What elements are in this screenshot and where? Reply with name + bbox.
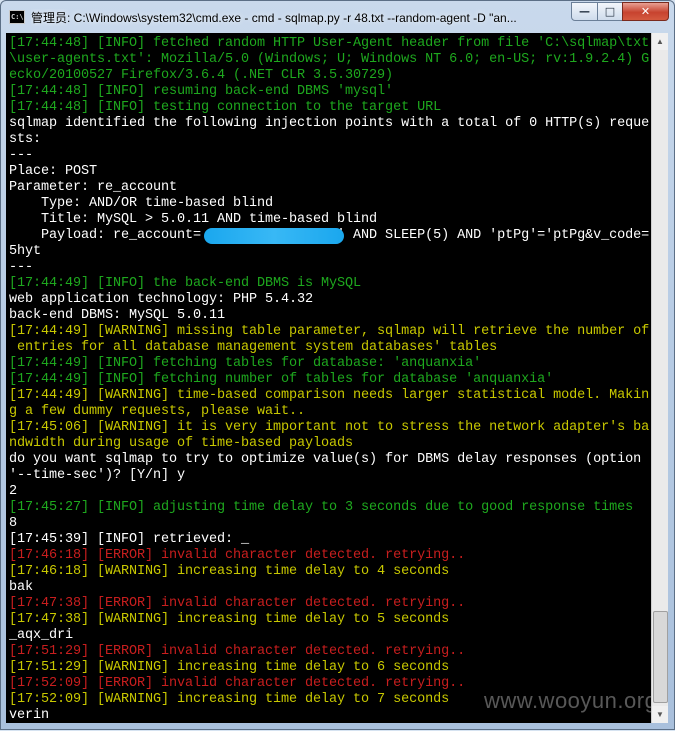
console-line: Type: AND/OR time-based blind [9, 196, 274, 211]
title-bar[interactable]: C:\ 管理员: C:\Windows\system32\cmd.exe - c… [1, 1, 674, 33]
console-line: Parameter: re_account [9, 180, 178, 195]
redaction-mark [204, 228, 344, 244]
console-line: bak [9, 580, 34, 595]
console-line: --- [9, 260, 34, 275]
cmd-app-icon[interactable]: C:\ [9, 10, 25, 24]
console-line: [17:46:18] [WARNING] increasing time del… [9, 564, 450, 579]
watermark: www.wooyun.org [484, 688, 651, 713]
console-line: back-end DBMS: MySQL 5.0.11 [9, 308, 226, 323]
console-line: do you want sqlmap to try to optimize va… [9, 452, 642, 467]
console-line: [17:44:48] [INFO] testing connection to … [9, 100, 442, 115]
console-line: [17:46:18] [ERROR] invalid character det… [9, 548, 466, 563]
console-line: sts: [9, 132, 42, 147]
console-line: [17:47:38] [WARNING] increasing time del… [9, 612, 450, 627]
window-title: 管理员: C:\Windows\system32\cmd.exe - cmd -… [31, 11, 517, 25]
console-line: ndwidth during usage of time-based paylo… [9, 436, 354, 451]
console-line: Place: POST [9, 164, 98, 179]
console-line: \user-agents.txt': Mozilla/5.0 (Windows;… [9, 52, 650, 67]
console-line: [17:45:06] [WARNING] it is very importan… [9, 420, 650, 435]
console-line: [17:47:38] [ERROR] invalid character det… [9, 596, 466, 611]
console-line: 2 [9, 484, 18, 499]
console-line: 8 [9, 516, 18, 531]
console-line: Title: MySQL > 5.0.11 AND time-based bli… [9, 212, 378, 227]
console-line: '--time-sec')? [Y/n] y [9, 468, 186, 483]
console-line: [17:44:48] [INFO] resuming back-end DBMS… [9, 84, 394, 99]
console-line: 5hyt [9, 244, 42, 259]
console-line: [17:45:27] [INFO] adjusting time delay t… [9, 500, 634, 515]
console-line: [17:51:29] [ERROR] invalid character det… [9, 644, 466, 659]
console-line: [17:44:48] [INFO] fetched random HTTP Us… [9, 36, 650, 51]
console-line: g a few dummy requests, please wait.. [9, 404, 306, 419]
console-line: [17:51:29] [WARNING] increasing time del… [9, 660, 450, 675]
vertical-scrollbar[interactable]: ▲ ▼ [651, 33, 668, 723]
console-line: [17:44:49] [WARNING] time-based comparis… [9, 388, 650, 403]
console-line: entries for all database management syst… [9, 340, 498, 355]
scroll-down-arrow-icon[interactable]: ▼ [652, 706, 668, 723]
cmd-window: C:\ 管理员: C:\Windows\system32\cmd.exe - c… [0, 0, 675, 730]
console-line: [17:44:49] [INFO] fetching number of tab… [9, 372, 554, 387]
console-line: sqlmap identified the following injectio… [9, 116, 650, 131]
minimize-button[interactable]: — [571, 2, 598, 21]
console-lines: [17:44:48] [INFO] fetched random HTTP Us… [9, 36, 649, 723]
scroll-thumb[interactable] [653, 611, 668, 703]
console-line: --- [9, 148, 34, 163]
console-line: [17:45:39] [INFO] retrieved: _ [9, 532, 250, 547]
console-line: [17:44:49] [WARNING] missing table param… [9, 324, 650, 339]
console-line: [17:44:49] [INFO] fetching tables for da… [9, 356, 482, 371]
console-line: web application technology: PHP 5.4.32 [9, 292, 314, 307]
console-line: ecko/20100527 Firefox/3.6.4 (.NET CLR 3.… [9, 68, 394, 83]
console-line: [17:44:49] [INFO] the back-end DBMS is M… [9, 276, 362, 291]
console-output[interactable]: [17:44:48] [INFO] fetched random HTTP Us… [6, 33, 651, 723]
console-line: _aqx_dri [9, 628, 74, 643]
close-button[interactable]: ✕ [622, 2, 669, 21]
scroll-up-arrow-icon[interactable]: ▲ [652, 33, 668, 50]
maximize-button[interactable]: □ [597, 2, 623, 21]
